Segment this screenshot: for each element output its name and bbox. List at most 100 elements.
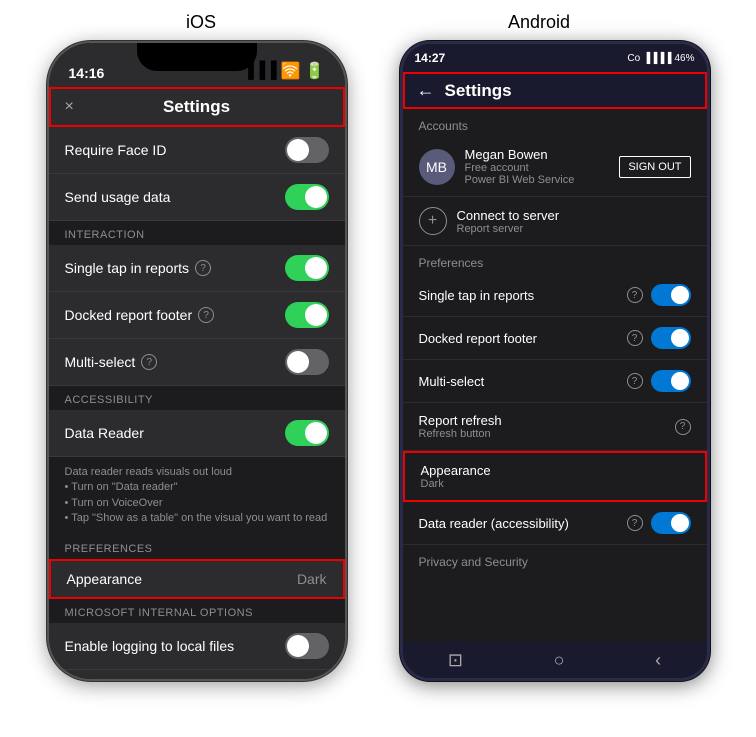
ios-data-reader-row[interactable]: Data Reader [49, 410, 345, 457]
android-settings-header: ← Settings [403, 72, 707, 109]
android-connect-left: + Connect to server Report server [419, 207, 560, 235]
android-preferences-header: Preferences [403, 246, 707, 274]
ios-logging-label: Enable logging to local files [65, 638, 235, 654]
android-multiselect-help[interactable]: ? [627, 373, 643, 389]
android-data-reader-label: Data reader (accessibility) [419, 516, 569, 531]
ios-data-reader-toggle[interactable] [285, 420, 329, 446]
android-account-service: Power BI Web Service [465, 174, 575, 186]
android-status-bar: 14:27 Co ▐▐▐▐ 46% [403, 44, 707, 72]
android-nav-recent[interactable]: ⊡ [448, 650, 463, 671]
android-docked-help[interactable]: ? [627, 330, 643, 346]
android-plus-icon: + [419, 207, 447, 235]
ios-multiselect-row[interactable]: Multi-select ? [49, 339, 345, 386]
android-refresh-sub: Refresh button [419, 428, 502, 440]
android-label: Android [508, 12, 570, 33]
android-single-tap-right: ? [627, 284, 691, 306]
ios-diagnostic-row[interactable]: Send diagnostic information [49, 670, 345, 679]
ios-appearance-row[interactable]: Appearance Dark [49, 559, 345, 599]
ios-docked-footer-toggle[interactable] [285, 302, 329, 328]
wifi-icon: 🛜 [281, 61, 301, 81]
ios-docked-footer-row[interactable]: Docked report footer ? [49, 292, 345, 339]
android-refresh-row[interactable]: Report refresh Refresh button ? [403, 403, 707, 451]
ios-faceid-row[interactable]: Require Face ID [49, 127, 345, 174]
android-single-tap-toggle[interactable] [651, 284, 691, 306]
android-back-button[interactable]: ← [417, 80, 435, 101]
android-status-icons: Co ▐▐▐▐ 46% [627, 53, 694, 64]
android-signal-icon: ▐▐▐▐ [643, 53, 671, 64]
android-avatar: MB [419, 149, 455, 185]
android-screen: 14:27 Co ▐▐▐▐ 46% ← Settings Accounts MB [403, 44, 707, 678]
android-multiselect-toggle[interactable] [651, 370, 691, 392]
ios-logging-toggle[interactable] [285, 633, 329, 659]
android-single-tap-row[interactable]: Single tap in reports ? [403, 274, 707, 317]
ios-faceid-toggle[interactable] [285, 137, 329, 163]
android-battery-text: 46% [674, 53, 694, 64]
android-appearance-label: Appearance [421, 463, 491, 478]
android-appearance-info: Appearance Dark [421, 463, 491, 490]
ios-preferences-header: PREFERENCES [49, 535, 345, 559]
android-sign-out-button[interactable]: SIGN OUT [619, 156, 690, 178]
android-multiselect-label: Multi-select [419, 374, 485, 389]
android-appearance-row[interactable]: Appearance Dark [403, 451, 707, 502]
android-single-tap-help[interactable]: ? [627, 287, 643, 303]
ios-single-tap-label: Single tap in reports ? [65, 260, 212, 276]
multiselect-help-icon[interactable]: ? [141, 354, 157, 370]
android-connect-name: Connect to server [457, 208, 560, 223]
ios-time: 14:16 [69, 65, 105, 81]
ios-accessibility-header: ACCESSIBILITY [49, 386, 345, 410]
android-nav-back[interactable]: ‹ [655, 650, 661, 671]
ios-multiselect-toggle[interactable] [285, 349, 329, 375]
ios-screen: 14:16 ▐▐▐ 🛜 🔋 × Settings Require Face ID… [49, 43, 345, 679]
android-account-info: Megan Bowen Free account Power BI Web Se… [465, 147, 575, 186]
android-privacy-header: Privacy and Security [403, 545, 707, 573]
android-data-reader-help[interactable]: ? [627, 515, 643, 531]
android-multiselect-right: ? [627, 370, 691, 392]
docked-footer-help-icon[interactable]: ? [198, 307, 214, 323]
android-docked-footer-row[interactable]: Docked report footer ? [403, 317, 707, 360]
ios-appearance-label: Appearance [67, 571, 143, 587]
ios-faceid-label: Require Face ID [65, 142, 167, 158]
ios-interaction-header: INTERACTION [49, 221, 345, 245]
ios-microsoft-header: MICROSOFT INTERNAL OPTIONS [49, 599, 345, 623]
ios-usage-toggle[interactable] [285, 184, 329, 210]
android-account-row[interactable]: MB Megan Bowen Free account Power BI Web… [403, 137, 707, 197]
battery-icon: 🔋 [305, 61, 325, 81]
android-connect-info: Connect to server Report server [457, 208, 560, 235]
android-data-reader-right: ? [627, 512, 691, 534]
ios-multiselect-label: Multi-select ? [65, 354, 158, 370]
android-account-left: MB Megan Bowen Free account Power BI Web… [419, 147, 575, 186]
ios-label: iOS [186, 12, 216, 33]
ios-logging-row[interactable]: Enable logging to local files [49, 623, 345, 670]
ios-settings-header: × Settings [49, 87, 345, 127]
android-co-icon: Co [627, 53, 640, 64]
android-data-reader-toggle[interactable] [651, 512, 691, 534]
android-time: 14:27 [415, 51, 446, 65]
android-nav-home[interactable]: ○ [554, 650, 565, 671]
android-header-title: Settings [445, 81, 512, 101]
ios-single-tap-toggle[interactable] [285, 255, 329, 281]
ios-close-button[interactable]: × [65, 98, 74, 116]
android-accounts-header: Accounts [403, 109, 707, 137]
android-refresh-help[interactable]: ? [675, 419, 691, 435]
android-appearance-value: Dark [421, 478, 491, 490]
android-docked-right: ? [627, 327, 691, 349]
android-docked-toggle[interactable] [651, 327, 691, 349]
ios-docked-footer-label: Docked report footer ? [65, 307, 215, 323]
android-single-tap-label: Single tap in reports [419, 288, 535, 303]
ios-header-title: Settings [163, 97, 230, 117]
ios-usage-row[interactable]: Send usage data [49, 174, 345, 221]
android-account-type: Free account [465, 162, 575, 174]
android-refresh-label: Report refresh [419, 413, 502, 428]
single-tap-help-icon[interactable]: ? [195, 260, 211, 276]
android-connect-sub: Report server [457, 223, 560, 235]
ios-appearance-value: Dark [297, 571, 327, 587]
ios-single-tap-row[interactable]: Single tap in reports ? [49, 245, 345, 292]
android-connect-row[interactable]: + Connect to server Report server [403, 197, 707, 246]
android-docked-footer-label: Docked report footer [419, 331, 538, 346]
android-phone: 14:27 Co ▐▐▐▐ 46% ← Settings Accounts MB [400, 41, 710, 681]
android-data-reader-row[interactable]: Data reader (accessibility) ? [403, 502, 707, 545]
ios-notch [137, 43, 257, 71]
android-multiselect-row[interactable]: Multi-select ? [403, 360, 707, 403]
android-nav-bar: ⊡ ○ ‹ [403, 642, 707, 678]
ios-phone: 14:16 ▐▐▐ 🛜 🔋 × Settings Require Face ID… [47, 41, 347, 681]
